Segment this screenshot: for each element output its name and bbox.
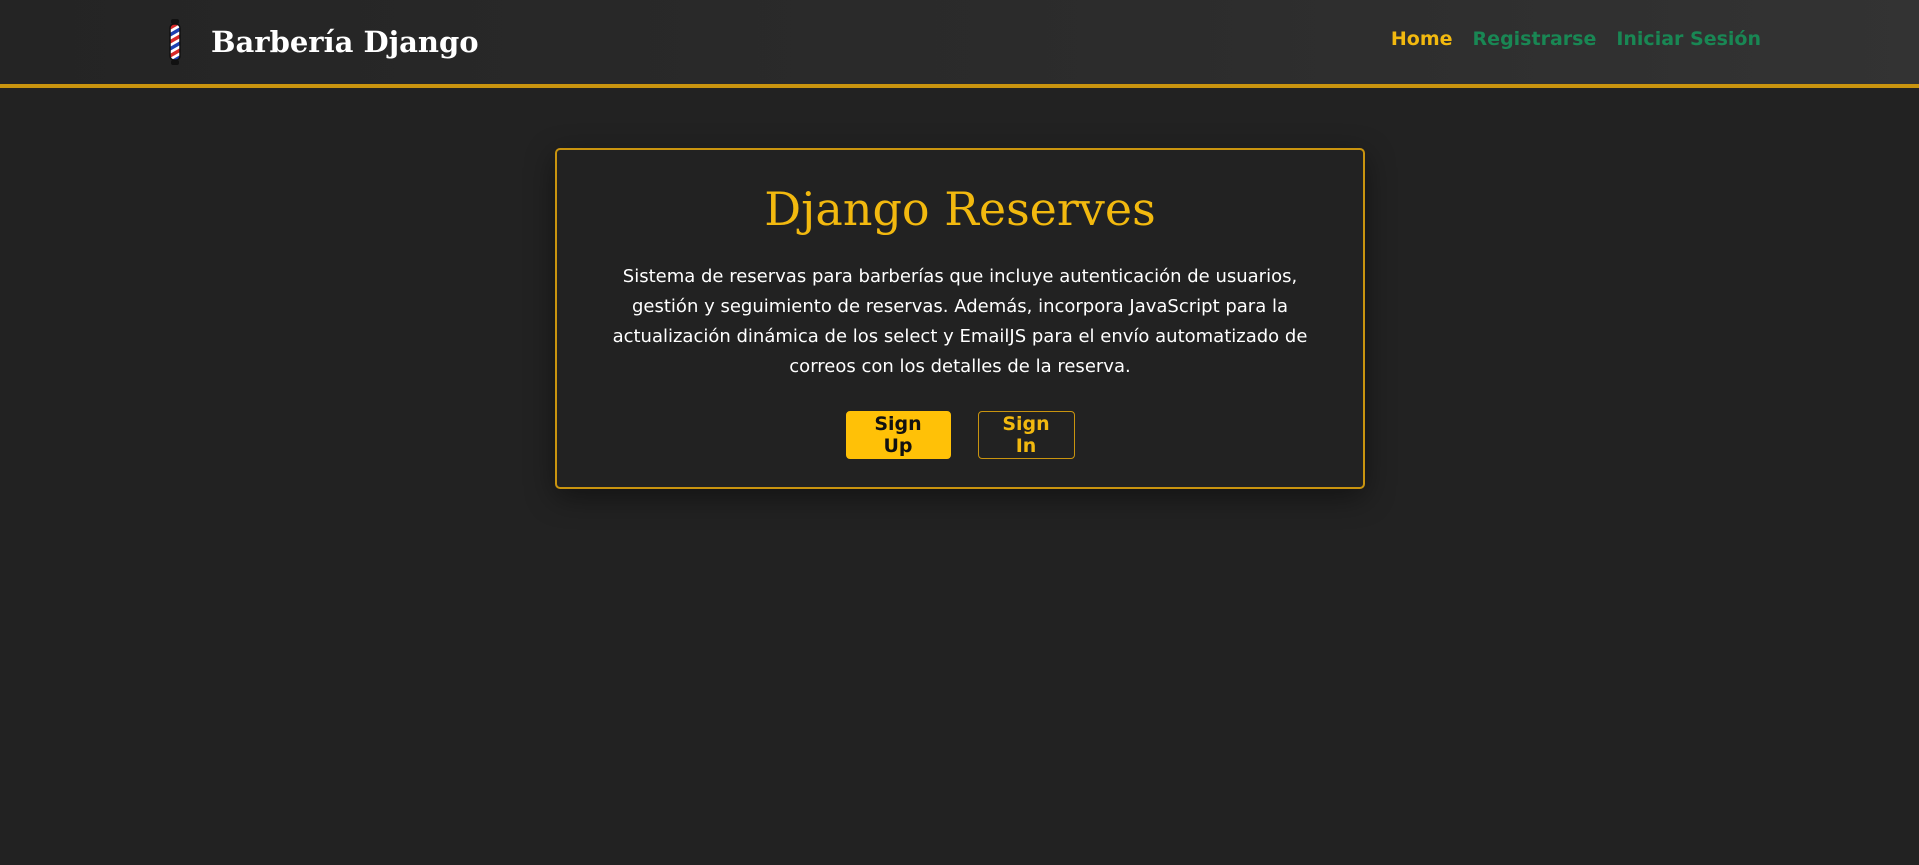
brand-name: Barbería Django [211,25,479,59]
nav-login-link[interactable]: Iniciar Sesión [1616,28,1761,50]
sign-in-button[interactable]: Sign In [977,411,1075,459]
barber-pole-icon [165,18,185,66]
nav-register-link[interactable]: Registrarse [1473,28,1597,50]
hero-description: Sistema de reservas para barberías que i… [612,266,1308,377]
hero-title: Django Reserves [764,182,1156,236]
brand[interactable]: Barbería Django [165,18,479,66]
nav-links: Home Registrarse Iniciar Sesión [1391,28,1761,50]
hero-card: Django Reserves Sistema de reservas para… [555,148,1365,489]
sign-up-button[interactable]: Sign Up [845,411,951,459]
nav-home-link[interactable]: Home [1391,28,1453,50]
navbar: Barbería Django Home Registrarse Iniciar… [0,0,1919,88]
hero-actions: Sign Up Sign In [557,411,1363,459]
